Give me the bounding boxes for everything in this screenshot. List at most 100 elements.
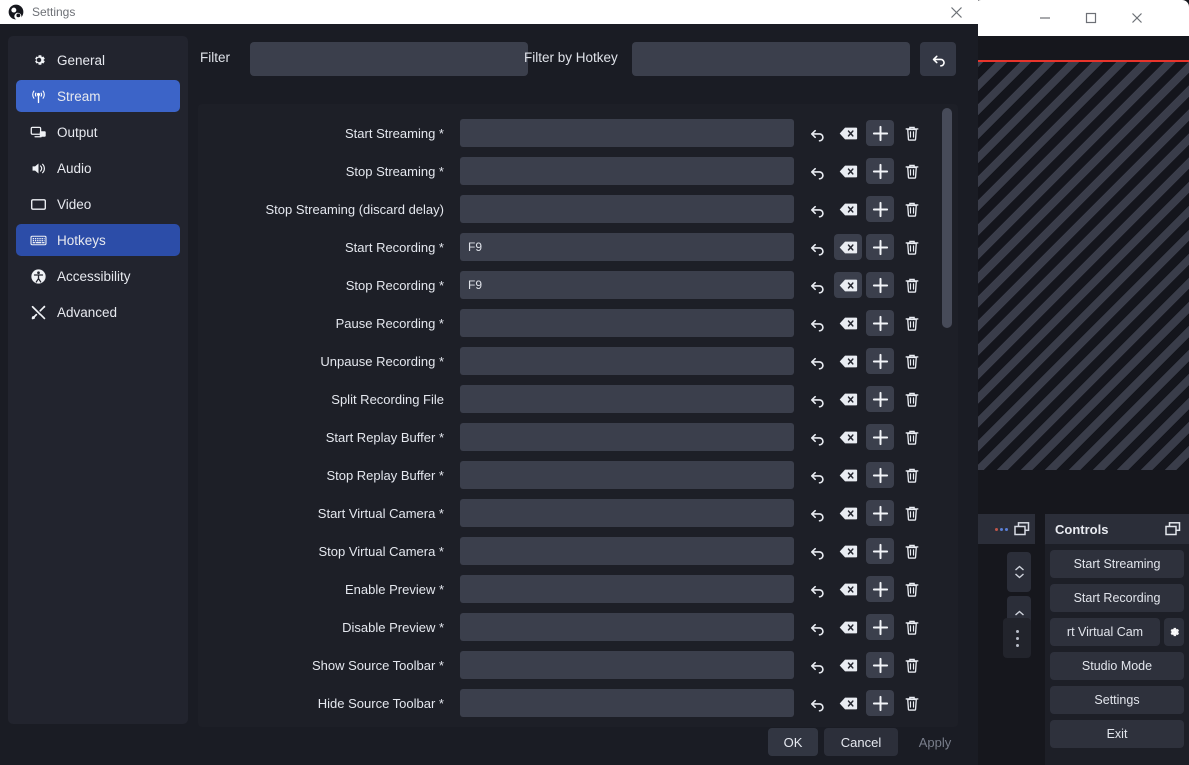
add-hotkey-button[interactable] — [866, 652, 894, 678]
add-hotkey-button[interactable] — [866, 348, 894, 374]
delete-hotkey-button[interactable] — [898, 310, 926, 336]
revert-hotkey-button[interactable] — [802, 652, 830, 678]
ok-button[interactable]: OK — [768, 728, 818, 756]
clear-hotkey-button[interactable] — [834, 158, 862, 184]
hotkey-binding-input[interactable] — [460, 233, 794, 261]
settings-close-button[interactable] — [934, 0, 978, 24]
clear-hotkey-button[interactable] — [834, 462, 862, 488]
clear-hotkey-button[interactable] — [834, 310, 862, 336]
delete-hotkey-button[interactable] — [898, 462, 926, 488]
delete-hotkey-button[interactable] — [898, 424, 926, 450]
clear-hotkey-button[interactable] — [834, 500, 862, 526]
clear-hotkey-button[interactable] — [834, 538, 862, 564]
delete-hotkey-button[interactable] — [898, 500, 926, 526]
delete-hotkey-button[interactable] — [898, 120, 926, 146]
start-streaming-button[interactable]: Start Streaming — [1050, 550, 1184, 578]
revert-hotkey-button[interactable] — [802, 348, 830, 374]
revert-hotkey-button[interactable] — [802, 196, 830, 222]
exit-button[interactable]: Exit — [1050, 720, 1184, 748]
hotkey-binding-input[interactable] — [460, 423, 794, 451]
sidebar-item-accessibility[interactable]: Accessibility — [16, 260, 180, 292]
revert-hotkey-button[interactable] — [802, 120, 830, 146]
studio-mode-button[interactable]: Studio Mode — [1050, 652, 1184, 680]
minimize-button[interactable] — [1022, 0, 1068, 36]
add-hotkey-button[interactable] — [866, 576, 894, 602]
delete-hotkey-button[interactable] — [898, 272, 926, 298]
delete-hotkey-button[interactable] — [898, 234, 926, 260]
delete-hotkey-button[interactable] — [898, 614, 926, 640]
hotkey-binding-input[interactable] — [460, 385, 794, 413]
hotkey-binding-input[interactable] — [460, 309, 794, 337]
settings-button[interactable]: Settings — [1050, 686, 1184, 714]
delete-hotkey-button[interactable] — [898, 348, 926, 374]
gear-icon[interactable] — [1164, 618, 1184, 646]
delete-hotkey-button[interactable] — [898, 538, 926, 564]
delete-hotkey-button[interactable] — [898, 158, 926, 184]
filter-input[interactable] — [250, 42, 528, 76]
delete-hotkey-button[interactable] — [898, 652, 926, 678]
revert-hotkey-button[interactable] — [802, 538, 830, 564]
hotkey-binding-input[interactable] — [460, 613, 794, 641]
maximize-button[interactable] — [1068, 0, 1114, 36]
hotkey-binding-input[interactable] — [460, 651, 794, 679]
revert-hotkey-button[interactable] — [802, 234, 830, 260]
sidebar-item-general[interactable]: General — [16, 44, 180, 76]
delete-hotkey-button[interactable] — [898, 386, 926, 412]
hotkey-binding-input[interactable] — [460, 499, 794, 527]
clear-hotkey-button[interactable] — [834, 652, 862, 678]
hotkeys-scrollbar[interactable] — [942, 108, 952, 723]
add-hotkey-button[interactable] — [866, 234, 894, 260]
sidebar-item-hotkeys[interactable]: Hotkeys — [16, 224, 180, 256]
filter-by-hotkey-input[interactable] — [632, 42, 910, 76]
clear-hotkey-button[interactable] — [834, 196, 862, 222]
sidebar-item-stream[interactable]: Stream — [16, 80, 180, 112]
reset-filters-button[interactable] — [920, 42, 956, 76]
revert-hotkey-button[interactable] — [802, 158, 830, 184]
revert-hotkey-button[interactable] — [802, 272, 830, 298]
clear-hotkey-button[interactable] — [834, 614, 862, 640]
revert-hotkey-button[interactable] — [802, 386, 830, 412]
hotkey-binding-input[interactable] — [460, 347, 794, 375]
cancel-button[interactable]: Cancel — [824, 728, 898, 756]
hotkey-binding-input[interactable] — [460, 575, 794, 603]
revert-hotkey-button[interactable] — [802, 614, 830, 640]
sidebar-item-output[interactable]: Output — [16, 116, 180, 148]
preview-canvas[interactable] — [975, 60, 1189, 470]
spinbox-stepper-1[interactable] — [1007, 552, 1031, 592]
revert-hotkey-button[interactable] — [802, 424, 830, 450]
clear-hotkey-button[interactable] — [834, 272, 862, 298]
hotkey-binding-input[interactable] — [460, 119, 794, 147]
float-dock-icon[interactable] — [1014, 522, 1030, 536]
add-hotkey-button[interactable] — [866, 424, 894, 450]
add-hotkey-button[interactable] — [866, 272, 894, 298]
add-hotkey-button[interactable] — [866, 500, 894, 526]
hotkey-binding-input[interactable] — [460, 157, 794, 185]
delete-hotkey-button[interactable] — [898, 196, 926, 222]
revert-hotkey-button[interactable] — [802, 462, 830, 488]
hotkey-binding-input[interactable] — [460, 537, 794, 565]
hotkey-binding-input[interactable] — [460, 195, 794, 223]
hotkey-binding-input[interactable] — [460, 461, 794, 489]
clear-hotkey-button[interactable] — [834, 348, 862, 374]
clear-hotkey-button[interactable] — [834, 120, 862, 146]
overflow-menu-button[interactable] — [1003, 618, 1031, 658]
hotkeys-scrollbar-thumb[interactable] — [942, 108, 952, 328]
revert-hotkey-button[interactable] — [802, 500, 830, 526]
add-hotkey-button[interactable] — [866, 538, 894, 564]
add-hotkey-button[interactable] — [866, 462, 894, 488]
clear-hotkey-button[interactable] — [834, 386, 862, 412]
revert-hotkey-button[interactable] — [802, 310, 830, 336]
sidebar-item-audio[interactable]: Audio — [16, 152, 180, 184]
clear-hotkey-button[interactable] — [834, 234, 862, 260]
revert-hotkey-button[interactable] — [802, 576, 830, 602]
add-hotkey-button[interactable] — [866, 158, 894, 184]
float-dock-icon[interactable] — [1165, 522, 1181, 536]
delete-hotkey-button[interactable] — [898, 576, 926, 602]
clear-hotkey-button[interactable] — [834, 576, 862, 602]
add-hotkey-button[interactable] — [866, 196, 894, 222]
add-hotkey-button[interactable] — [866, 386, 894, 412]
hotkey-binding-input[interactable] — [460, 271, 794, 299]
add-hotkey-button[interactable] — [866, 614, 894, 640]
clear-hotkey-button[interactable] — [834, 424, 862, 450]
add-hotkey-button[interactable] — [866, 310, 894, 336]
